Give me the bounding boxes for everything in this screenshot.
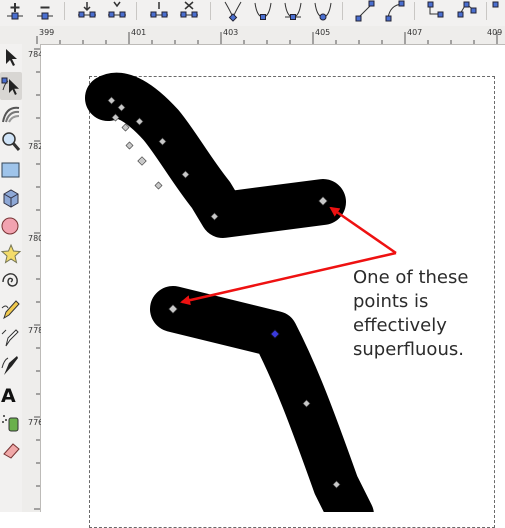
ruler-label: 776: [28, 418, 44, 427]
join-segment-icon[interactable]: [148, 0, 170, 22]
ruler-label: 405: [315, 28, 331, 37]
pen-tool-icon[interactable]: [0, 324, 22, 352]
eraser-tool-icon[interactable]: [0, 436, 22, 464]
segment-to-line-icon[interactable]: [354, 0, 376, 22]
vertical-ruler-ticks: [34, 48, 40, 510]
node-symmetric-icon[interactable]: [282, 0, 304, 22]
tweak-tool-icon[interactable]: [0, 100, 22, 128]
segment-to-curve-icon[interactable]: [384, 0, 406, 22]
upper-path-stroke[interactable]: [85, 72, 346, 238]
ruler-label: 778: [28, 326, 44, 335]
path-node[interactable]: [137, 156, 147, 166]
path-node[interactable]: [125, 141, 134, 150]
ruler-label: 780: [28, 234, 44, 243]
selector-tool-icon[interactable]: [0, 44, 22, 72]
toolbox: A: [0, 44, 23, 512]
ruler-label: 409: [487, 28, 503, 37]
show-handles-icon[interactable]: [490, 0, 505, 22]
object-to-path-icon[interactable]: [426, 0, 448, 22]
3d-box-tool-icon[interactable]: [0, 184, 22, 212]
node-auto-smooth-icon[interactable]: [312, 0, 334, 22]
pencil-tool-icon[interactable]: [0, 296, 22, 324]
spray-tool-icon[interactable]: [0, 408, 22, 436]
ruler-label: 784: [28, 50, 44, 59]
lower-path-stroke[interactable]: [150, 286, 374, 512]
ruler-label: 782: [28, 142, 44, 151]
node-smooth-icon[interactable]: [252, 0, 274, 22]
text-tool-icon[interactable]: A: [0, 380, 22, 408]
drawing-canvas[interactable]: One of these points is effectively super…: [41, 45, 505, 528]
stroke-to-path-icon[interactable]: [456, 0, 478, 22]
path-node[interactable]: [154, 181, 163, 190]
vertical-ruler[interactable]: 784 782 780 778 776: [22, 44, 44, 512]
zoom-tool-icon[interactable]: [0, 128, 22, 156]
annotation-arrow: [329, 206, 397, 255]
ruler-label: 407: [407, 28, 423, 37]
annotation-text: One of these points is effectively super…: [353, 267, 469, 360]
join-nodes-icon[interactable]: [76, 0, 98, 22]
star-tool-icon[interactable]: [0, 240, 22, 268]
delete-node-icon[interactable]: [34, 0, 56, 22]
node-tool-icon[interactable]: [0, 72, 22, 100]
ruler-label: 403: [223, 28, 239, 37]
horizontal-ruler[interactable]: 399 401 403 405 407 409: [0, 26, 505, 45]
spiral-tool-icon[interactable]: [0, 268, 22, 296]
add-node-icon[interactable]: [4, 0, 26, 22]
ruler-label: 401: [131, 28, 147, 37]
horizontal-ruler-ticks: [36, 32, 498, 44]
break-path-icon[interactable]: [106, 0, 128, 22]
node-cusp-icon[interactable]: [222, 0, 244, 22]
svg-text:A: A: [1, 385, 16, 407]
delete-segment-icon[interactable]: [178, 0, 200, 22]
ellipse-tool-icon[interactable]: [0, 212, 22, 240]
calligraphy-tool-icon[interactable]: [0, 352, 22, 380]
node-toolbar: [0, 0, 505, 27]
ruler-label: 399: [39, 28, 55, 37]
rectangle-tool-icon[interactable]: [0, 156, 22, 184]
